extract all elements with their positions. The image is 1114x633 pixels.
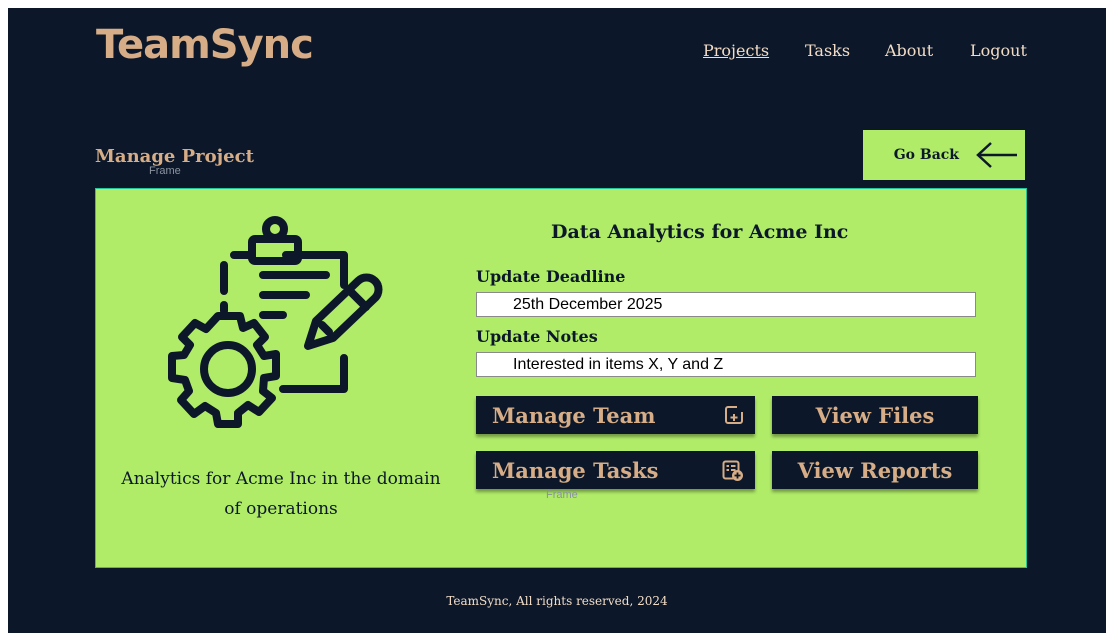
clipboard-gear-pencil-icon [168, 216, 383, 428]
view-reports-button[interactable]: View Reports [772, 451, 978, 489]
go-back-label: Go Back [893, 147, 959, 163]
view-files-label: View Files [815, 402, 935, 428]
nav-projects[interactable]: Projects [703, 41, 769, 60]
nav-logout[interactable]: Logout [970, 41, 1027, 60]
manage-team-label: Manage Team [492, 402, 656, 428]
nav-tasks[interactable]: Tasks [805, 41, 850, 60]
frame-label: Frame [546, 489, 578, 501]
nav-about[interactable]: About [885, 41, 933, 60]
deadline-field[interactable] [476, 292, 976, 317]
manage-tasks-button[interactable]: Manage Tasks [476, 451, 755, 489]
project-panel: Analytics for Acme Inc in the domain of … [95, 188, 1027, 568]
frame-label: Frame [149, 165, 181, 177]
project-description: Analytics for Acme Inc in the domain of … [121, 469, 441, 519]
view-files-button[interactable]: View Files [772, 396, 978, 434]
app-frame: TeamSync Projects Tasks About Logout Man… [8, 8, 1106, 633]
task-list-add-icon [722, 460, 743, 481]
add-box-icon [725, 406, 743, 424]
notes-field[interactable] [476, 352, 976, 377]
page-title: Manage Project [95, 146, 254, 167]
manage-team-button[interactable]: Manage Team [476, 396, 755, 434]
notes-label: Update Notes [476, 327, 598, 346]
project-title: Data Analytics for Acme Inc [551, 221, 849, 243]
top-nav: Projects Tasks About Logout [8, 41, 1106, 65]
manage-tasks-label: Manage Tasks [492, 457, 659, 483]
go-back-button[interactable]: Go Back [863, 130, 1025, 180]
arrow-left-icon [976, 142, 1017, 168]
view-reports-label: View Reports [797, 457, 953, 483]
footer-text: TeamSync, All rights reserved, 2024 [446, 594, 668, 608]
deadline-label: Update Deadline [476, 267, 626, 286]
